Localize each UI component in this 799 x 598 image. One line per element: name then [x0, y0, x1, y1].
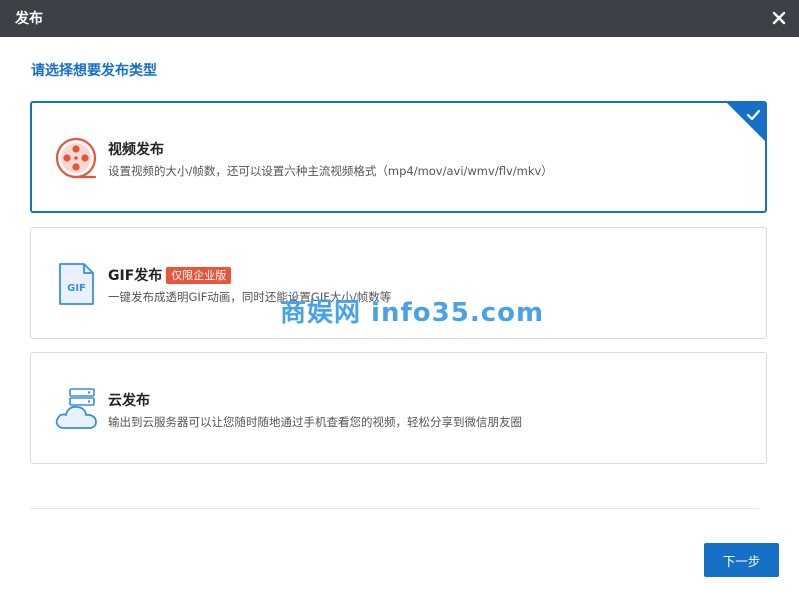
option-name: 云发布: [108, 393, 150, 409]
next-step-button[interactable]: 下一步: [704, 543, 779, 577]
footer-divider: [30, 508, 759, 509]
gif-file-icon: GIF: [59, 263, 94, 305]
option-video-publish[interactable]: 视频发布 设置视频的大小/帧数，还可以设置六种主流视频格式（mp4/mov/av…: [30, 101, 767, 213]
close-icon[interactable]: [769, 8, 789, 28]
cloud-server-icon: [55, 388, 97, 429]
option-cloud-publish[interactable]: 云发布 输出到云服务器可以让您随时随地通过手机查看您的视频，轻松分享到微信朋友圈: [30, 352, 767, 464]
prompt-heading: 请选择想要发布类型: [31, 63, 157, 79]
gif-icon-label: GIF: [67, 283, 86, 294]
title-bar: 发布: [0, 0, 799, 37]
watermark: 商娱网 info35.com: [280, 298, 545, 328]
window-title: 发布: [15, 11, 43, 27]
option-name-text: GIF发布: [108, 268, 163, 284]
option-description: 输出到云服务器可以让您随时随地通过手机查看您的视频，轻松分享到微信朋友圈: [108, 415, 522, 429]
film-reel-icon: [55, 137, 97, 179]
option-description: 设置视频的大小/帧数，还可以设置六种主流视频格式（mp4/mov/avi/wmv…: [108, 164, 553, 178]
option-name: 视频发布: [108, 142, 164, 158]
enterprise-only-badge: 仅限企业版: [166, 267, 232, 284]
selected-check-icon: [727, 103, 765, 141]
option-name: GIF发布 仅限企业版: [108, 266, 232, 286]
